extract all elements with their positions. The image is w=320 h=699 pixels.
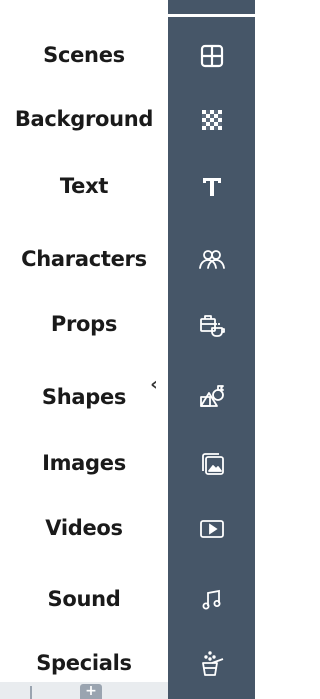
sound-icon[interactable] [193,581,231,619]
props-icon[interactable] [193,306,231,344]
videos-icon[interactable] [193,510,231,548]
shapes-icon[interactable] [193,378,231,416]
icon-rail [168,0,255,699]
menu-label-scenes[interactable]: Scenes [0,43,168,67]
text-icon[interactable] [193,168,231,206]
menu-label-props[interactable]: Props [0,312,168,336]
menu-label-characters[interactable]: Characters [0,247,168,271]
chevron-left-icon: ‹ [150,373,158,395]
specials-icon[interactable] [193,645,231,683]
background-icon[interactable] [193,101,231,139]
menu-label-videos[interactable]: Videos [0,516,168,540]
menu-labels: Scenes Background Text Characters Props … [0,0,168,699]
menu-label-sound[interactable]: Sound [0,587,168,611]
images-icon[interactable] [193,445,231,483]
scenes-icon[interactable] [193,37,231,75]
collapse-panel-button[interactable]: ‹ [144,373,164,395]
menu-label-background[interactable]: Background [0,107,168,131]
bottom-divider [30,686,32,699]
menu-label-specials[interactable]: Specials [0,651,168,675]
menu-label-images[interactable]: Images [0,451,168,475]
menu-label-shapes[interactable]: Shapes [0,385,168,409]
characters-icon[interactable] [193,240,231,278]
add-scene-button[interactable]: + [80,684,102,699]
rail-top-divider [168,14,255,17]
app-sidebar: Scenes Background Text Characters Props … [0,0,255,699]
menu-label-text[interactable]: Text [0,174,168,198]
